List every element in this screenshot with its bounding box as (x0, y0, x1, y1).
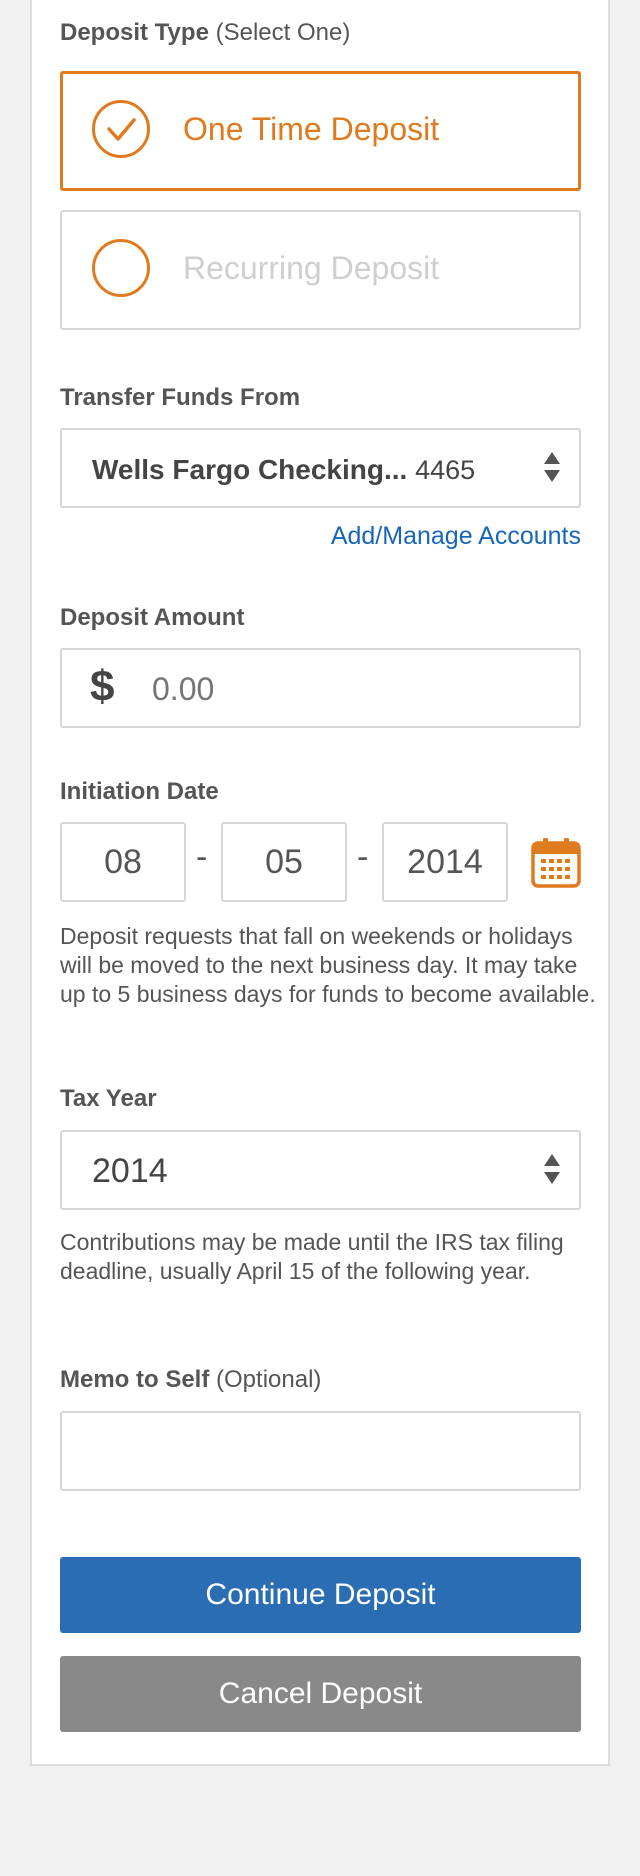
date-month-input[interactable]: 08 (60, 822, 186, 902)
check-circle-icon (92, 100, 150, 158)
tax-year-select[interactable]: 2014 (60, 1130, 581, 1210)
select-arrows-icon (543, 1154, 561, 1192)
select-arrows-icon (543, 452, 561, 490)
initiation-date-help: Deposit requests that fall on weekends o… (60, 923, 596, 1007)
account-select[interactable]: Wells Fargo Checking... 4465 (60, 428, 581, 508)
dollar-sign: $ (90, 662, 115, 711)
memo-label: Memo to Self (Optional) (60, 1366, 322, 1393)
tax-year-value: 2014 (92, 1152, 168, 1190)
date-day-input[interactable]: 05 (221, 822, 347, 902)
option-one-time-deposit[interactable]: One Time Deposit (60, 71, 581, 191)
account-suffix: 4465 (415, 455, 476, 485)
option-recurring-label: Recurring Deposit (183, 250, 440, 286)
account-select-value: Wells Fargo Checking... 4465 (92, 454, 475, 486)
deposit-amount-label: Deposit Amount (60, 604, 245, 631)
calendar-icon[interactable] (531, 836, 581, 888)
date-year-input[interactable]: 2014 (382, 822, 508, 902)
cancel-deposit-button[interactable]: Cancel Deposit (60, 1656, 581, 1732)
transfer-from-label: Transfer Funds From (60, 384, 301, 411)
deposit-amount-input[interactable] (150, 666, 554, 712)
deposit-amount-field[interactable]: $ (60, 648, 581, 728)
option-recurring-deposit[interactable]: Recurring Deposit (60, 210, 581, 330)
date-separator: - (196, 838, 208, 876)
memo-field[interactable] (60, 1411, 581, 1491)
radio-empty-icon (92, 239, 150, 297)
tax-year-label: Tax Year (60, 1085, 157, 1112)
initiation-date-label: Initiation Date (60, 778, 219, 805)
add-manage-accounts-link[interactable]: Add/Manage Accounts (331, 522, 581, 551)
option-one-time-label: One Time Deposit (183, 111, 440, 147)
tax-year-help: Contributions may be made until the IRS … (60, 1229, 564, 1284)
account-name: Wells Fargo Checking... (92, 454, 408, 485)
date-separator: - (357, 838, 369, 876)
memo-input[interactable] (82, 1429, 566, 1475)
deposit-type-label: Deposit Type (Select One) (60, 19, 351, 46)
continue-deposit-button[interactable]: Continue Deposit (60, 1557, 581, 1633)
